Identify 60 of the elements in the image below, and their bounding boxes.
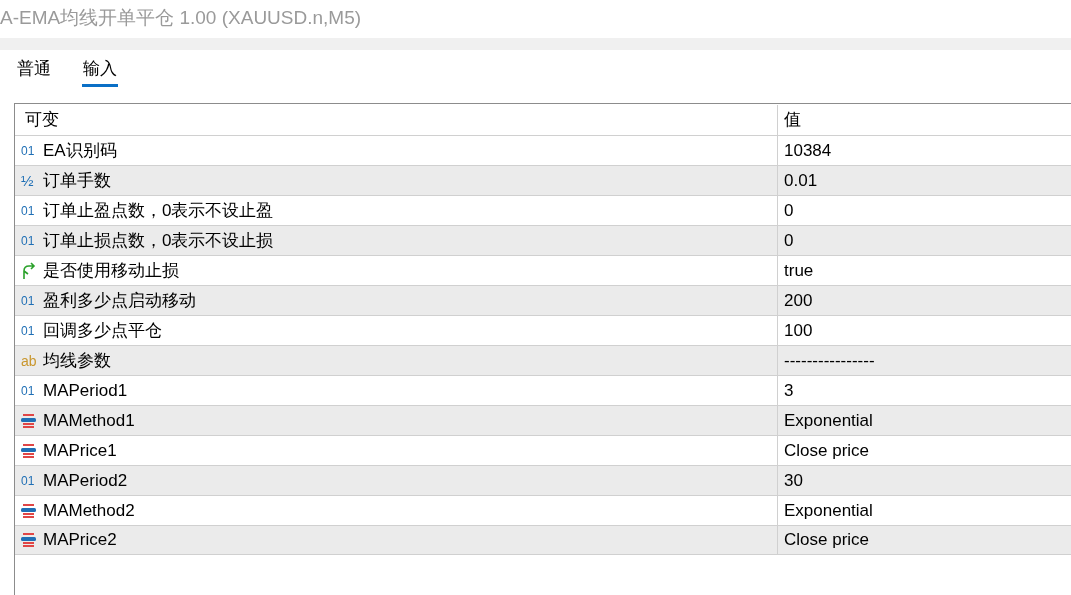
parameter-name: MAPeriod1 — [43, 379, 128, 402]
table-row[interactable]: 01 回调多少点平仓 100 — [15, 315, 1071, 345]
table-row[interactable]: 01 盈利多少点启动移动 200 — [15, 285, 1071, 315]
parameter-value: Exponential — [783, 409, 873, 432]
parameter-name: 订单止盈点数，0表示不设止盈 — [43, 199, 274, 222]
table-row[interactable]: 01 订单止损点数，0表示不设止损 0 — [15, 225, 1071, 255]
window-title: A-EMA均线开单平仓 1.00 (XAUUSD.n,M5) — [0, 6, 363, 30]
integer-icon: 01 — [21, 234, 43, 247]
table-row[interactable]: 01 MAPeriod1 3 — [15, 375, 1071, 405]
parameter-name: 是否使用移动止损 — [43, 259, 179, 282]
parameter-value: 30 — [783, 469, 803, 492]
parameter-value: Close price — [783, 529, 870, 552]
parameter-value: 100 — [783, 319, 813, 342]
parameter-value: 0 — [783, 229, 794, 252]
parameter-value: 10384 — [783, 139, 832, 162]
integer-icon: 01 — [21, 294, 43, 307]
integer-icon: 01 — [21, 204, 43, 217]
column-header: 值 — [783, 109, 801, 132]
parameter-name: MAMethod1 — [43, 409, 135, 432]
parameter-value: Exponential — [783, 499, 873, 522]
integer-icon: 01 — [21, 324, 43, 337]
parameter-value: ---------------- — [783, 349, 875, 372]
table-row[interactable]: 是否使用移动止损 true — [15, 255, 1071, 285]
parameter-name: MAPeriod2 — [43, 469, 128, 492]
table-row[interactable]: 01 EA识别码 10384 — [15, 135, 1071, 165]
parameter-value: true — [783, 259, 814, 282]
table-row[interactable]: 01 MAPeriod2 30 — [15, 465, 1071, 495]
integer-icon: 01 — [21, 144, 43, 157]
table-row[interactable]: ½ 订单手数 0.01 — [15, 165, 1071, 195]
fraction-icon: ½ — [21, 173, 43, 188]
enum-list-icon — [21, 412, 36, 429]
parameter-name: 订单止损点数，0表示不设止损 — [43, 229, 274, 252]
table-row[interactable]: MAPrice2 Close price — [15, 525, 1071, 555]
enum-list-icon — [21, 502, 36, 519]
tab[interactable]: 输入 — [82, 54, 118, 87]
parameter-value: 3 — [783, 379, 794, 402]
table-row[interactable]: 01 订单止盈点数，0表示不设止盈 0 — [15, 195, 1071, 225]
integer-icon: 01 — [21, 474, 43, 487]
tab[interactable]: 普通 — [16, 54, 52, 87]
parameter-name: EA识别码 — [43, 139, 117, 162]
parameter-name: 盈利多少点启动移动 — [43, 289, 196, 312]
parameter-name: 订单手数 — [43, 169, 111, 192]
parameter-name: MAPrice1 — [43, 439, 117, 462]
parameter-value: 200 — [783, 289, 813, 312]
parameter-value: 0.01 — [783, 169, 818, 192]
parameter-name: 均线参数 — [43, 349, 111, 372]
parameter-name: MAPrice2 — [43, 529, 117, 552]
table-row[interactable]: MAMethod2 Exponential — [15, 495, 1071, 525]
parameter-name: 回调多少点平仓 — [43, 319, 162, 342]
enum-list-icon — [21, 532, 36, 548]
enum-list-icon — [21, 442, 36, 459]
table-row[interactable]: ab 均线参数 ---------------- — [15, 345, 1071, 375]
text-icon: ab — [21, 353, 43, 368]
table-row[interactable]: MAMethod1 Exponential — [15, 405, 1071, 435]
integer-icon: 01 — [21, 384, 43, 397]
parameter-value: 0 — [783, 199, 794, 222]
parameter-value: Close price — [783, 439, 870, 462]
branch-arrow-icon — [21, 261, 37, 280]
parameter-name: MAMethod2 — [43, 499, 135, 522]
table-row[interactable]: MAPrice1 Close price — [15, 435, 1071, 465]
